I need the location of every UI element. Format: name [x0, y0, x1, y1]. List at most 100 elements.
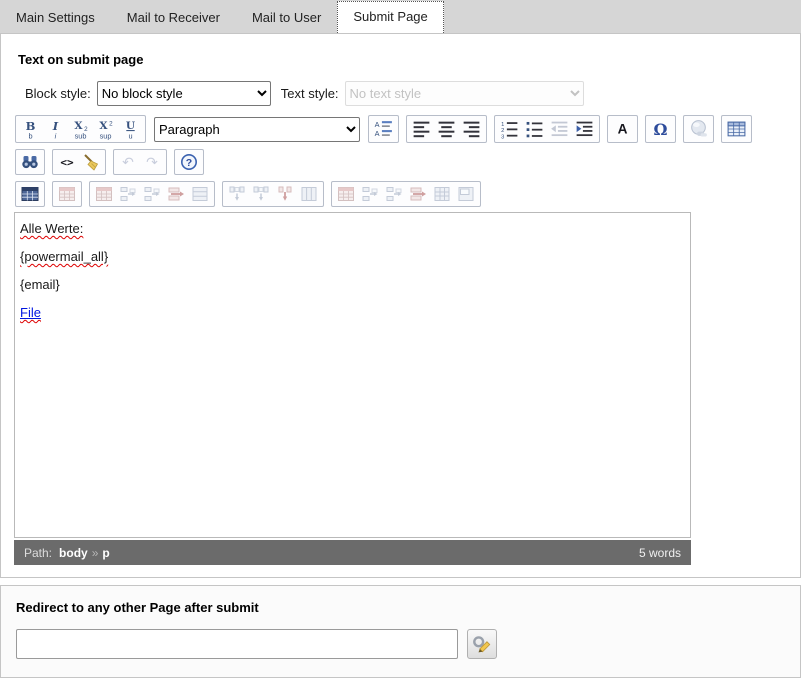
align-left-icon: [411, 118, 432, 140]
cell-properties-icon: [336, 184, 356, 204]
cell-group: [331, 181, 481, 207]
line-style-button[interactable]: [371, 117, 396, 141]
path-label: Path:: [24, 546, 52, 560]
redo-icon: [142, 152, 162, 172]
table-props-group: [52, 181, 82, 207]
table-borders-icon: [20, 184, 40, 204]
broom-icon: [81, 152, 101, 172]
table-icon: [726, 118, 747, 140]
special-char-group: [645, 115, 676, 143]
paragraph-style-group: [368, 115, 399, 143]
row-insert-under-button: [140, 183, 164, 205]
ordered-list-button[interactable]: [497, 117, 522, 141]
column-insert-before-icon: [227, 184, 247, 204]
source-code-button[interactable]: [55, 151, 79, 173]
tab-label: Mail to User: [252, 10, 321, 25]
row-properties-button: [92, 183, 116, 205]
omega-icon: [650, 118, 671, 140]
path-node-body[interactable]: body: [59, 546, 88, 560]
section-title-redirect: Redirect to any other Page after submit: [16, 600, 785, 615]
row-properties-icon: [94, 184, 114, 204]
editor-line: {email}: [20, 276, 685, 293]
row-split-icon: [190, 184, 210, 204]
table-properties-button: [55, 183, 79, 205]
redirect-page-input[interactable]: [16, 629, 458, 659]
text-format-group: [15, 115, 146, 143]
tab-mail-to-receiver[interactable]: Mail to Receiver: [111, 2, 236, 33]
indent-icon: [574, 118, 595, 140]
underline-icon: [120, 118, 141, 140]
word-count: 5 words: [639, 546, 681, 560]
borders-group: [15, 181, 45, 207]
column-insert-after-button: [249, 183, 273, 205]
column-split-button: [297, 183, 321, 205]
editor-line: File: [20, 304, 685, 321]
column-group: [222, 181, 324, 207]
rte-toolbar-row-3: [15, 181, 787, 207]
tab-submit-page[interactable]: Submit Page: [337, 1, 443, 33]
cleanup-button[interactable]: [79, 151, 103, 173]
superscript-button[interactable]: [93, 117, 118, 141]
paragraph-format-select[interactable]: Paragraph: [154, 117, 360, 142]
toggle-borders-button[interactable]: [18, 183, 42, 205]
editor-line: Alle Werte:: [20, 220, 685, 237]
justify-left-button[interactable]: [409, 117, 434, 141]
row-delete-button: [164, 183, 188, 205]
cell-insert-before-icon: [360, 184, 380, 204]
link-wizard-icon: [471, 633, 493, 655]
list-indent-group: [494, 115, 600, 143]
unordered-list-button[interactable]: [522, 117, 547, 141]
redirect-panel: Redirect to any other Page after submit: [0, 585, 801, 678]
undo-button: [116, 151, 140, 173]
rte-toolbar-row-1: Paragraph: [15, 115, 787, 143]
link-wizard-button[interactable]: [467, 629, 497, 659]
cell-delete-button: [406, 183, 430, 205]
tab-label: Main Settings: [16, 10, 95, 25]
undo-icon: [118, 152, 138, 172]
outdent-icon: [549, 118, 570, 140]
cell-properties-button: [334, 183, 358, 205]
source-clean-group: [52, 149, 106, 175]
indent-button[interactable]: [572, 117, 597, 141]
column-split-icon: [299, 184, 319, 204]
tab-main-settings[interactable]: Main Settings: [0, 2, 111, 33]
path-node-p[interactable]: p: [102, 546, 109, 560]
special-character-button[interactable]: [648, 117, 673, 141]
insert-table-button[interactable]: [724, 117, 749, 141]
undo-redo-group: [113, 149, 167, 175]
binoculars-icon: [20, 152, 40, 172]
help-button[interactable]: [177, 151, 201, 173]
editor-line-text[interactable]: File: [20, 305, 41, 320]
justify-right-button[interactable]: [459, 117, 484, 141]
insert-link-button: [686, 117, 711, 141]
tab-mail-to-user[interactable]: Mail to User: [236, 2, 337, 33]
justify-center-button[interactable]: [434, 117, 459, 141]
ordered-list-icon: [499, 118, 520, 140]
rte-toolbar-row-2: [15, 149, 787, 175]
text-color-button[interactable]: [610, 117, 635, 141]
italic-button[interactable]: [43, 117, 68, 141]
source-code-icon: [57, 152, 77, 172]
cell-merge-icon: [432, 184, 452, 204]
editor-line-text: {email}: [20, 277, 60, 292]
redirect-input-row: [16, 629, 785, 659]
block-style-label: Block style:: [25, 86, 91, 101]
submit-page-panel: Text on submit page Block style: No bloc…: [0, 33, 801, 578]
tab-label: Submit Page: [353, 9, 427, 24]
text-color-group: [607, 115, 638, 143]
underline-button[interactable]: [118, 117, 143, 141]
justify-group: [406, 115, 487, 143]
bold-icon: [20, 118, 41, 140]
align-right-icon: [461, 118, 482, 140]
globe-link-icon: [688, 118, 709, 140]
rte-content-area[interactable]: Alle Werte: {powermail_all} {email} File: [14, 212, 691, 538]
cell-merge-button: [430, 183, 454, 205]
bold-button[interactable]: [18, 117, 43, 141]
column-delete-icon: [275, 184, 295, 204]
editor-line: {powermail_all}: [20, 248, 685, 265]
italic-icon: [45, 118, 66, 140]
column-insert-after-icon: [251, 184, 271, 204]
block-style-select[interactable]: No block style: [97, 81, 271, 106]
find-replace-button[interactable]: [18, 151, 42, 173]
subscript-button[interactable]: [68, 117, 93, 141]
